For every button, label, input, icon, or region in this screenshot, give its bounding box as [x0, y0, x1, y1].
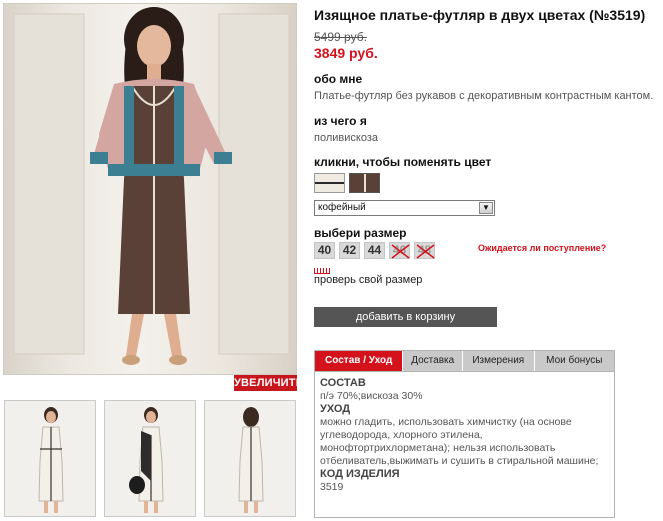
current-price: 3849 руб.	[314, 45, 378, 61]
tab-measurements[interactable]: Измерения	[463, 351, 535, 371]
color-select[interactable]: кофейный ▼	[314, 200, 495, 216]
add-to-cart-button[interactable]: добавить в корзину	[314, 307, 497, 327]
composition-text: п/э 70%;вискоза 30%	[320, 390, 423, 402]
size-option-40[interactable]: 40	[314, 242, 335, 259]
main-product-photo[interactable]	[3, 3, 297, 375]
color-swatch-light[interactable]	[314, 173, 345, 193]
care-text: можно гладить, использовать химчистку (н…	[320, 416, 599, 467]
tab-panel-composition-care: СОСТАВ п/э 70%;вискоза 30% УХОД можно гл…	[314, 371, 615, 518]
size-heading: выбери размер	[314, 226, 407, 240]
tab-bonuses[interactable]: Мои бонусы	[535, 351, 614, 371]
tab-composition-care[interactable]: Состав / Уход	[315, 351, 404, 371]
code-text: 3519	[320, 481, 344, 493]
size-option-46[interactable]: 46	[389, 242, 410, 259]
thumbnail-photo-3[interactable]	[204, 400, 296, 517]
product-title: Изящное платье-футляр в двух цветах (№35…	[314, 7, 646, 23]
size-option-48[interactable]: 48	[414, 242, 435, 259]
color-heading: кликни, чтобы поменять цвет	[314, 155, 492, 169]
code-heading: КОД ИЗДЕЛИЯ	[320, 468, 400, 480]
info-tabs: Состав / Уход Доставка Измерения Мои бон…	[314, 350, 615, 371]
thumbnail-photo-2[interactable]	[104, 400, 196, 517]
old-price: 5499 руб.	[314, 30, 367, 44]
material-text: поливискоза	[314, 132, 378, 144]
tab-delivery[interactable]: Доставка	[403, 351, 464, 371]
about-text: Платье-футляр без рукавов с декоративным…	[314, 90, 654, 102]
check-size-link[interactable]: проверь свой размер	[314, 274, 422, 286]
thumbnail-photo-1[interactable]	[4, 400, 96, 517]
unavailable-cross-icon	[391, 244, 410, 259]
zoom-button[interactable]: УВЕЛИЧИТЬ	[234, 375, 304, 391]
about-heading: обо мне	[314, 72, 363, 86]
material-heading: из чего я	[314, 114, 367, 128]
care-heading: УХОД	[320, 403, 351, 415]
size-option-44[interactable]: 44	[364, 242, 385, 259]
color-select-value: кофейный	[318, 202, 366, 213]
awaiting-stock-link[interactable]: Ожидается ли поступление?	[478, 243, 606, 253]
size-option-42[interactable]: 42	[339, 242, 360, 259]
color-swatch-brown[interactable]	[349, 173, 380, 193]
chevron-down-icon[interactable]: ▼	[479, 202, 493, 214]
composition-heading: СОСТАВ	[320, 377, 366, 389]
unavailable-cross-icon	[416, 244, 435, 259]
